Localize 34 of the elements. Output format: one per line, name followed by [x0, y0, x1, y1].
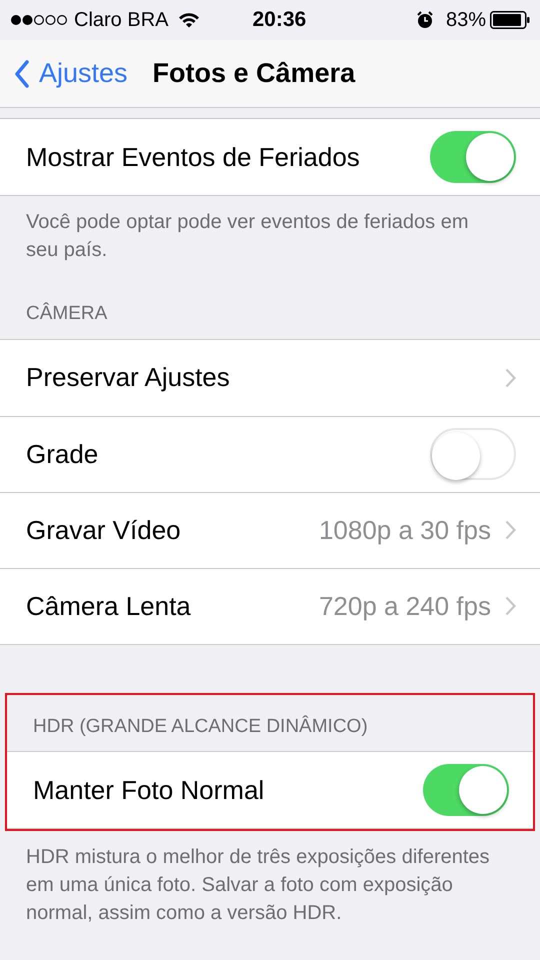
row-value: 720p a 240 fps — [318, 590, 491, 622]
row-label: Manter Foto Normal — [33, 774, 264, 806]
signal-icon — [10, 14, 68, 26]
wifi-icon — [178, 12, 200, 28]
alarm-icon — [416, 11, 434, 29]
chevron-right-icon — [505, 368, 516, 388]
battery-icon — [490, 11, 530, 29]
row-label: Mostrar Eventos de Feriados — [26, 140, 360, 174]
section-footer: Você pode optar pode ver eventos de feriados em seu país. — [26, 208, 504, 264]
settings-row[interactable]: Grade — [0, 416, 540, 492]
clock-time: 20:36 — [252, 7, 306, 34]
carrier-name: Claro BRA — [74, 8, 168, 33]
row-label: Gravar Vídeo — [26, 514, 181, 546]
toggle-switch[interactable] — [430, 428, 516, 480]
toggle-switch[interactable] — [430, 131, 516, 183]
section-footer: HDR mistura o melhor de três exposições diferentes em uma única foto. Salvar a foto com exposição normal, assim como a versão HDR. — [26, 843, 504, 927]
screen-title: Fotos e Câmera — [152, 57, 356, 90]
chevron-right-icon — [505, 520, 516, 540]
row-value: 1080p a 30 fps — [318, 514, 491, 546]
battery-percent: 83% — [446, 8, 486, 33]
settings-row[interactable]: Preservar Ajustes — [0, 340, 540, 416]
settings-row[interactable]: Câmera Lenta 720p a 240 fps — [0, 568, 540, 644]
section-header: HDR (GRANDE ALCANCE DINÂMICO) — [33, 716, 368, 736]
row-label: Câmera Lenta — [26, 590, 191, 622]
settings-row[interactable]: Mostrar Eventos de Feriados — [0, 119, 540, 195]
row-label: Preservar Ajustes — [26, 361, 230, 394]
row-label: Grade — [26, 438, 98, 470]
toggle-switch[interactable] — [423, 764, 509, 816]
settings-row[interactable]: Manter Foto Normal — [7, 752, 533, 828]
back-button[interactable]: Ajustes — [14, 53, 128, 94]
settings-row[interactable]: Gravar Vídeo 1080p a 30 fps — [0, 492, 540, 568]
section-header: CÂMERA — [26, 303, 108, 324]
back-chevron-icon — [14, 60, 30, 88]
chevron-right-icon — [505, 596, 516, 616]
